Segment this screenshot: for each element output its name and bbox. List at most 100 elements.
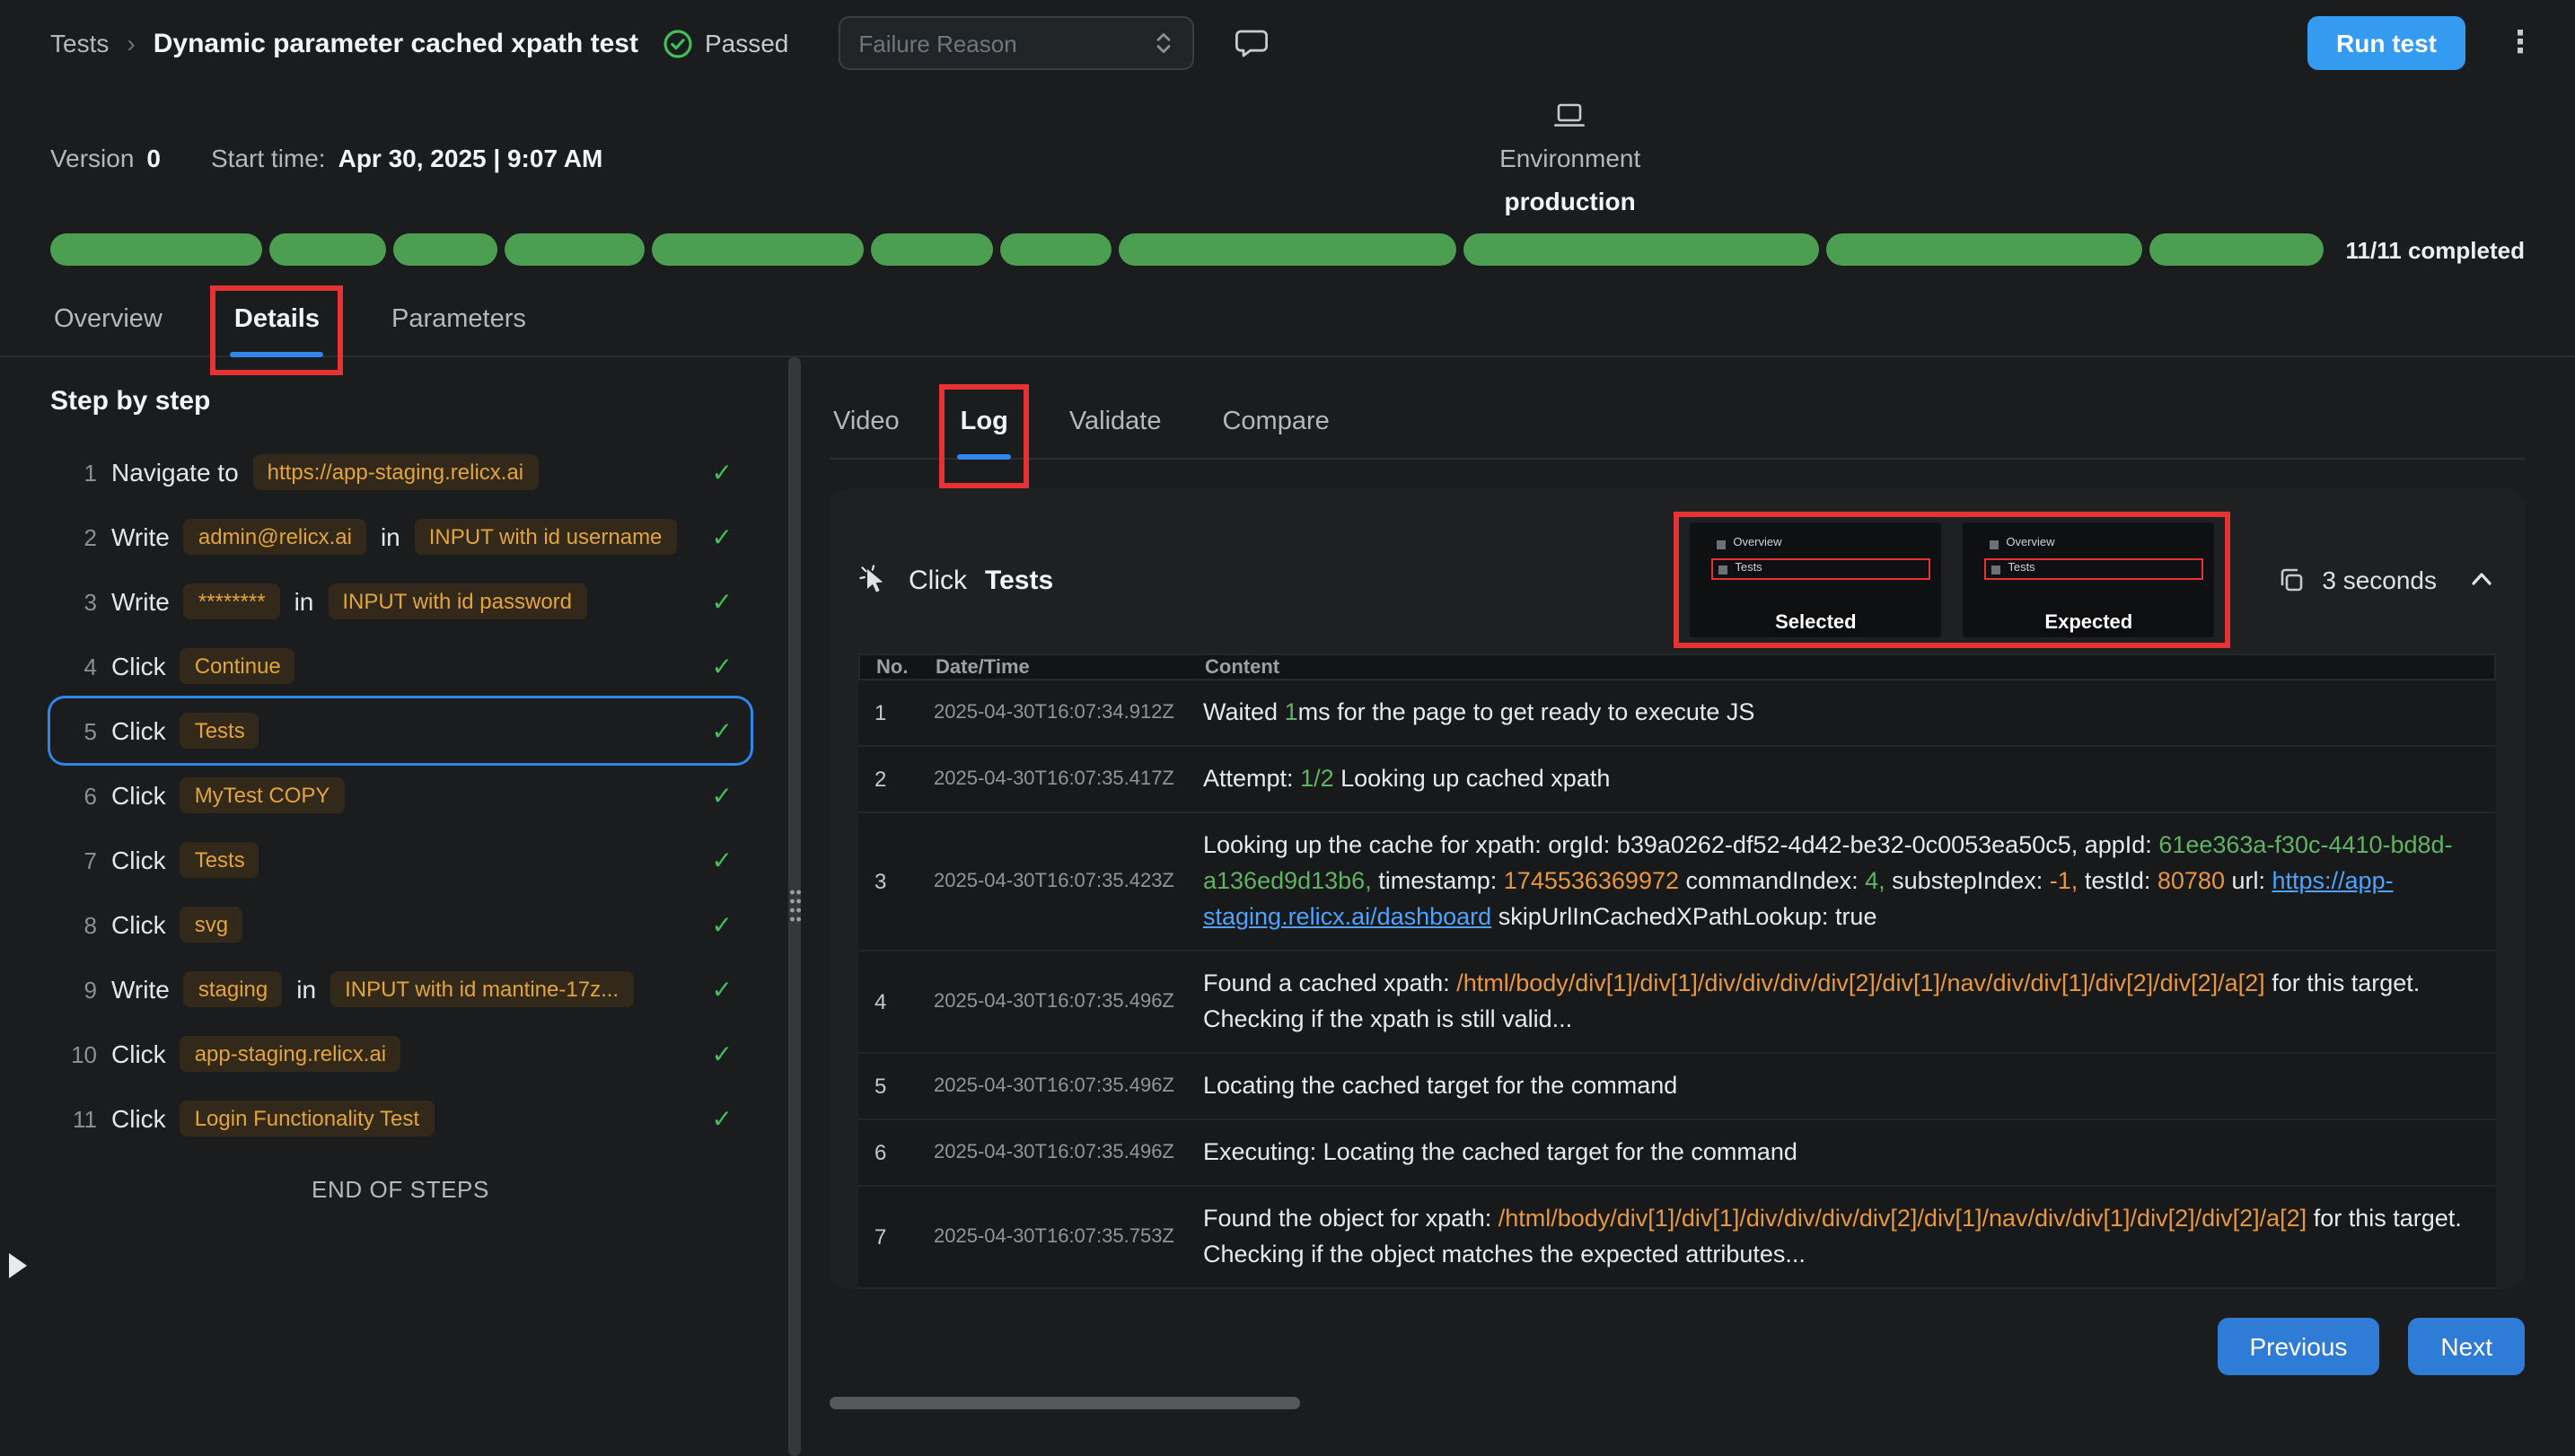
end-of-steps-label: END OF STEPS [50,1176,751,1203]
mini-nav-label: Overview [1733,537,1781,551]
step-number: 3 [61,588,97,615]
step-row[interactable]: 2Writeadmin@relicx.aiinINPUT with id use… [50,504,751,569]
kebab-menu-icon[interactable]: ⋮ [2505,25,2535,61]
progress-segment [871,233,994,266]
step-check-icon: ✓ [712,522,733,552]
step-action: Write [111,587,170,616]
duration-label: 3 seconds [2322,566,2437,594]
progress-segment [505,233,645,266]
log-card-header: Click Tests OverviewTestsSelectedOvervie… [858,506,2496,653]
previous-button[interactable]: Previous [2217,1318,2379,1375]
step-target2-badge: INPUT with id mantine-17z... [330,971,633,1007]
failure-reason-placeholder: Failure Reason [858,30,1016,57]
log-text: 4, [1865,867,1885,894]
step-row[interactable]: 11ClickLogin Functionality Test✓ [50,1086,751,1151]
step-row[interactable]: 10Clickapp-staging.relicx.ai✓ [50,1022,751,1086]
step-target-badge: https://app-staging.relicx.ai [253,454,539,490]
step-row[interactable]: 6ClickMyTest COPY✓ [50,763,751,828]
log-row-content: Attempt: 1/2 Looking up cached xpath [1203,761,2496,797]
log-text: Executing: Locating the cached target fo… [1203,1138,1797,1165]
column-header-datetime: Date/Time [936,656,1205,678]
start-time-value: Apr 30, 2025 | 9:07 AM [338,144,603,172]
step-row[interactable]: 3Write********inINPUT with id password✓ [50,569,751,634]
step-connector: in [294,587,314,616]
panel-resizer[interactable] [788,357,801,1456]
mini-nav-icon [1718,565,1727,574]
page-title: Dynamic parameter cached xpath test [154,28,638,58]
log-row-number: 3 [858,869,934,894]
click-cursor-icon [858,564,891,596]
step-number: 6 [61,782,97,809]
progress-row: 11/11 completed [0,233,2575,266]
log-row-timestamp: 2025-04-30T16:07:35.417Z [934,768,1203,790]
tab-log[interactable]: Log [957,393,1012,458]
check-circle-icon [664,28,694,58]
step-row[interactable]: 1Navigate tohttps://app-staging.relicx.a… [50,440,751,504]
failure-reason-select[interactable]: Failure Reason [839,16,1194,70]
log-text: Looking up cached xpath [1334,765,1611,792]
step-action: Write [111,522,170,551]
step-row[interactable]: 5ClickTests✓ [50,698,751,763]
start-time-label: Start time: [211,144,326,172]
version-value: 0 [146,144,161,172]
step-row[interactable]: 9WritestaginginINPUT with id mantine-17z… [50,957,751,1022]
chevron-up-icon[interactable] [2467,566,2496,594]
log-text: /html/body/div[1]/div[1]/div/div/div/div… [1498,1205,2307,1232]
step-row[interactable]: 8Clicksvg✓ [50,892,751,957]
copy-icon[interactable] [2277,566,2306,594]
resizer-grip-icon [787,887,802,923]
thumbnail-expected[interactable]: OverviewTestsExpected [1963,522,2214,637]
horizontal-scrollbar-thumb[interactable] [830,1397,1300,1409]
version-label: Version [50,144,134,172]
environment-label: Environment [1499,144,1640,172]
step-check-icon: ✓ [712,909,733,940]
log-text: timestamp: [1372,867,1504,894]
mini-nav-label: Tests [1735,562,1762,576]
thumbnail-mini-sidebar: Overview Tests [1690,522,1941,580]
log-row: 52025-04-30T16:07:35.496ZLocating the ca… [858,1054,2496,1120]
log-row-number: 4 [858,989,934,1014]
step-target2-badge: INPUT with id password [328,583,586,619]
log-row-number: 2 [858,767,934,792]
column-header-content: Content [1205,656,2494,678]
step-row[interactable]: 4ClickContinue✓ [50,634,751,698]
log-row-number: 6 [858,1140,934,1165]
log-row: 42025-04-30T16:07:35.496ZFound a cached … [858,952,2496,1054]
status-label: Passed [705,29,788,57]
step-action: Click [111,716,166,745]
log-row-timestamp: 2025-04-30T16:07:35.423Z [934,871,1203,892]
breadcrumb-tests[interactable]: Tests [50,29,109,57]
log-row-content: Waited 1ms for the page to get ready to … [1203,695,2496,731]
status-badge: Passed [664,28,788,58]
log-row: 32025-04-30T16:07:35.423ZLooking up the … [858,813,2496,952]
tab-video[interactable]: Video [830,393,903,458]
log-table-body: 12025-04-30T16:07:34.912ZWaited 1ms for … [858,680,2496,1289]
tab-parameters[interactable]: Parameters [388,291,530,355]
step-check-icon: ✓ [712,715,733,746]
tab-compare[interactable]: Compare [1218,393,1332,458]
log-row-content: Found the object for xpath: /html/body/d… [1203,1201,2496,1273]
tab-details[interactable]: Details [231,291,323,355]
log-row-content: Executing: Locating the cached target fo… [1203,1135,2496,1171]
step-check-icon: ✓ [712,457,733,487]
step-action: Click [111,846,166,874]
step-number: 4 [61,653,97,680]
step-target-badge: Tests [180,842,259,878]
run-test-button[interactable]: Run test [2307,16,2465,70]
tab-validate[interactable]: Validate [1066,393,1165,458]
log-text: 1 [1285,698,1298,725]
detail-panel: VideoLogValidateCompare Click Tests Over… [830,357,2525,1456]
log-text: /html/body/div[1]/div[1]/div/div/div/div… [1456,969,2264,996]
mini-nav-row: Tests [1984,558,2203,580]
log-row-content: Found a cached xpath: /html/body/div[1]/… [1203,966,2496,1038]
tab-overview[interactable]: Overview [50,291,166,355]
step-row[interactable]: 7ClickTests✓ [50,828,751,892]
sidebar-expand-icon[interactable] [9,1253,27,1278]
next-button[interactable]: Next [2408,1318,2525,1375]
content-area: Step by step 1Navigate tohttps://app-sta… [0,357,2575,1456]
thumbnail-selected[interactable]: OverviewTestsSelected [1690,522,1941,637]
laptop-icon [1554,101,1586,129]
comment-icon[interactable] [1234,25,1270,61]
log-row: 62025-04-30T16:07:35.496ZExecuting: Loca… [858,1120,2496,1187]
progress-segment [1463,233,1819,266]
